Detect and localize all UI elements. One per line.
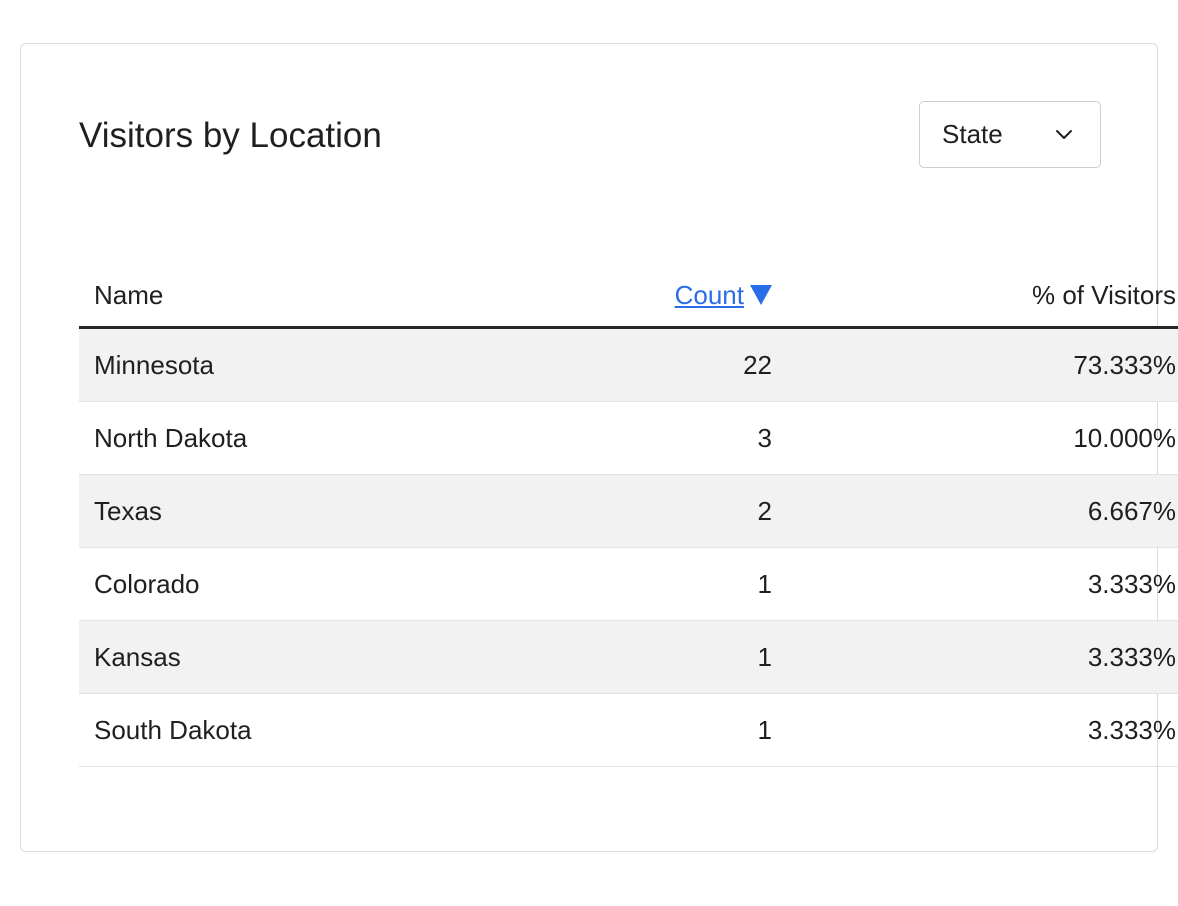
table-row: South Dakota 1 3.333% [79,693,1178,767]
row-percent: 3.333% [787,547,1178,621]
row-name: Kansas [79,620,469,694]
sort-desc-icon[interactable] [750,284,772,305]
row-name: Colorado [79,547,469,621]
table-row: Minnesota 22 73.333% [79,327,1178,402]
table-header-row: Name Count % of Visitors [79,264,1178,329]
column-header-count[interactable]: Count [469,264,787,329]
row-name: Minnesota [79,327,469,402]
row-percent: 3.333% [787,620,1178,694]
row-count: 1 [469,620,787,694]
card-title: Visitors by Location [79,116,382,155]
column-header-name[interactable]: Name [79,264,469,329]
table-row: North Dakota 3 10.000% [79,401,1178,475]
row-count: 2 [469,474,787,548]
table-row: Colorado 1 3.333% [79,547,1178,621]
row-percent: 10.000% [787,401,1178,475]
row-name: South Dakota [79,693,469,767]
row-count: 3 [469,401,787,475]
row-percent: 6.667% [787,474,1178,548]
row-count: 1 [469,693,787,767]
column-header-percent[interactable]: % of Visitors [787,264,1178,329]
row-name: North Dakota [79,401,469,475]
location-type-select-value: State [942,119,1003,149]
chevron-down-icon [1056,130,1072,139]
row-percent: 73.333% [787,327,1178,402]
row-count: 22 [469,327,787,402]
location-type-select[interactable]: State [919,101,1101,168]
sort-by-count-link[interactable]: Count [675,280,744,310]
row-percent: 3.333% [787,693,1178,767]
table-row: Texas 2 6.667% [79,474,1178,548]
table-row: Kansas 1 3.333% [79,620,1178,694]
visitors-by-location-card: Visitors by Location State Name Count % … [20,43,1178,852]
locations-table: Name Count % of Visitors Minnesota 22 73… [79,264,1178,767]
row-count: 1 [469,547,787,621]
row-name: Texas [79,474,469,548]
